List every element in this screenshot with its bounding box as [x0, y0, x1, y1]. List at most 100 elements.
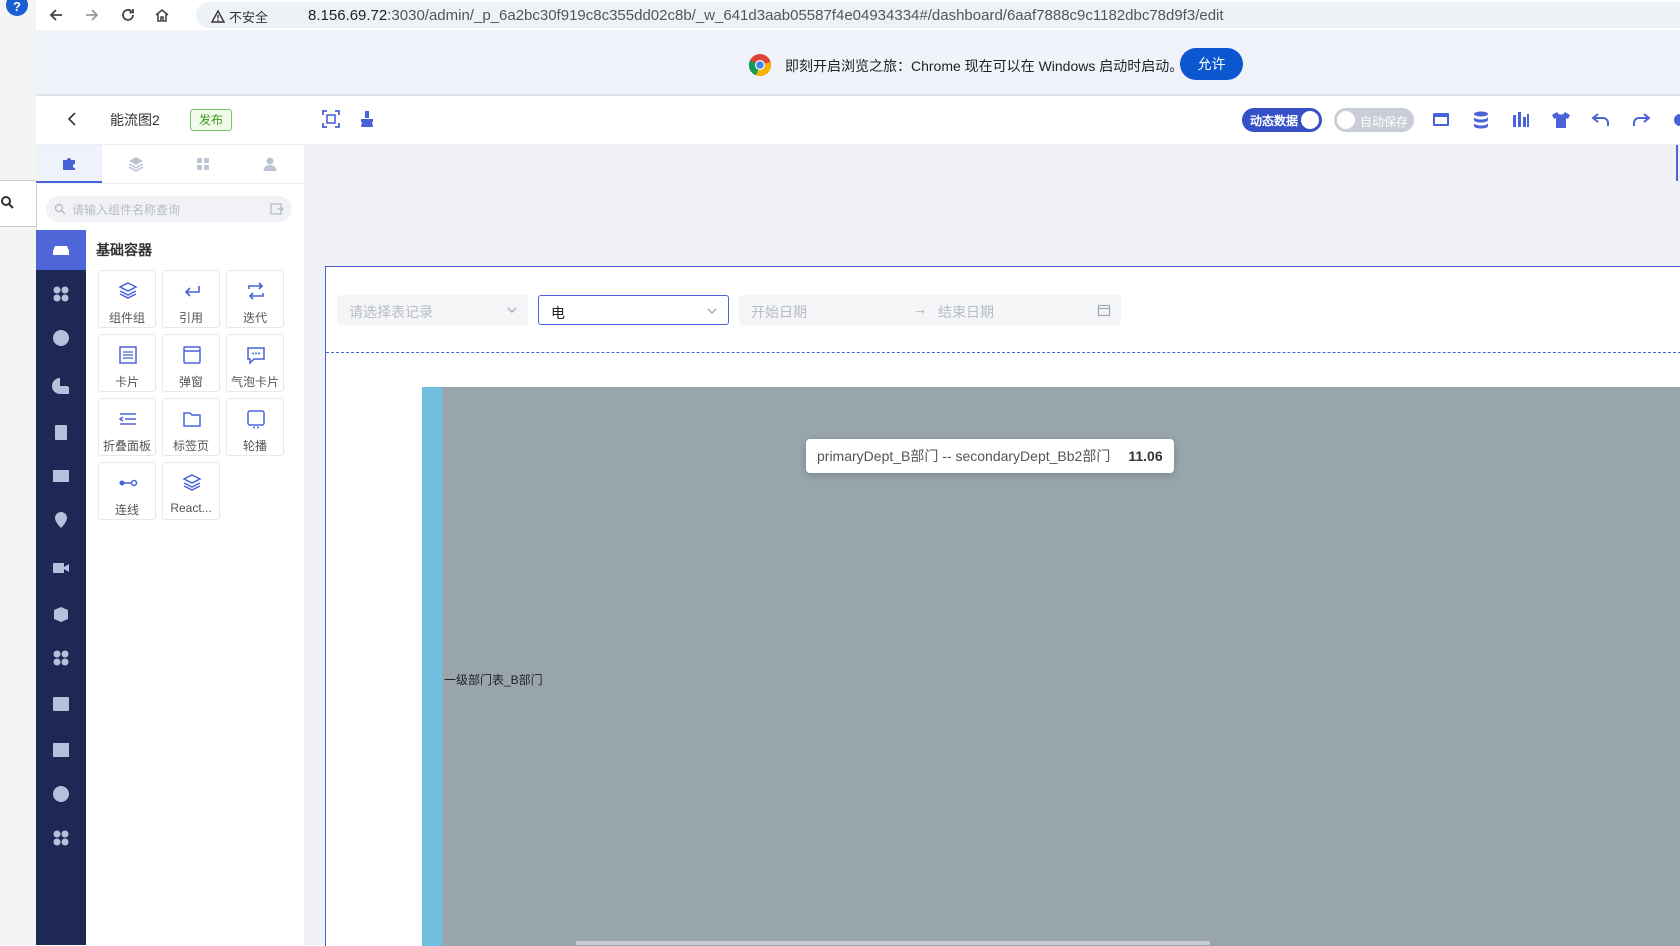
component-label: 卡片 [114, 375, 139, 389]
search-icon [54, 203, 66, 215]
component-card-popover[interactable]: 气泡卡片 [226, 334, 284, 392]
category-grid[interactable] [36, 274, 86, 314]
category-map[interactable] [36, 500, 86, 540]
banner-message: 即刻开启浏览之旅：Chrome 现在可以在 Windows 启动时启动。 [785, 58, 1184, 74]
tab-user[interactable] [237, 145, 303, 183]
clock-icon [53, 330, 69, 346]
layers-icon [128, 157, 144, 172]
component-card-card[interactable]: 卡片 [98, 334, 156, 392]
undo-icon[interactable] [1590, 109, 1612, 131]
dynamic-data-toggle[interactable]: 动态数据 [1242, 108, 1322, 132]
calendar-icon [1097, 304, 1111, 317]
category-circle[interactable] [36, 318, 86, 358]
home-icon[interactable] [152, 5, 172, 25]
component-category-bar [36, 230, 86, 945]
export-icon[interactable] [270, 202, 284, 216]
table-layout-icon [53, 743, 69, 757]
tooltip-link-name: primaryDept_B部门 -- secondaryDept_Bb2部门 [817, 448, 1111, 464]
tab-components[interactable] [36, 145, 102, 183]
return-arrow-icon [184, 286, 200, 297]
preview-icon[interactable] [1430, 109, 1452, 131]
component-card-collapse[interactable]: 折叠面板 [98, 398, 156, 456]
component-card-carousel[interactable]: 轮播 [226, 398, 284, 456]
category-3d[interactable] [36, 594, 86, 634]
theme-shirt-icon[interactable] [1550, 109, 1572, 131]
brush-icon[interactable] [356, 108, 378, 130]
apps-icon [53, 830, 69, 846]
location-pin-icon [55, 512, 67, 528]
search-box-fragment [0, 180, 37, 227]
back-arrow-icon[interactable] [64, 110, 82, 128]
category-extensions[interactable] [36, 818, 86, 858]
category-apps[interactable] [36, 638, 86, 678]
left-panel-tabs [36, 145, 304, 184]
component-card-reference[interactable]: 引用 [162, 270, 220, 328]
component-palette: 基础容器 组件组 引用 迭代 卡片 弹窗 气泡卡片 折叠面板 标签页 轮播 连线 [86, 230, 304, 945]
category-video[interactable] [36, 548, 86, 588]
component-card-connector[interactable]: 连线 [98, 462, 156, 520]
category-more[interactable] [36, 774, 86, 814]
user-icon [263, 157, 277, 171]
redo-icon[interactable] [1630, 109, 1652, 131]
chrome-info-banner: 即刻开启浏览之旅：Chrome 现在可以在 Windows 启动时启动。 允许 [36, 30, 1680, 96]
chart-tooltip: primaryDept_B部门 -- secondaryDept_Bb2部门 1… [806, 439, 1174, 473]
component-card-group[interactable]: 组件组 [98, 270, 156, 328]
allow-button[interactable]: 允许 [1180, 48, 1243, 80]
insecure-label: 不安全 [229, 10, 269, 25]
publish-badge[interactable]: 发布 [190, 109, 233, 131]
forward-icon[interactable] [82, 5, 102, 25]
url-text[interactable]: 8.156.69.72:3030/admin/_p_6a2bc30f919c8c… [308, 7, 1224, 24]
card-icon [119, 346, 137, 364]
horizontal-scrollbar[interactable] [576, 941, 1210, 945]
search-input[interactable] [70, 200, 264, 220]
help-icon[interactable]: ? [6, 0, 28, 16]
start-date-input[interactable]: 开始日期 [751, 302, 807, 322]
end-date-input[interactable]: 结束日期 [938, 302, 994, 322]
fit-screen-icon[interactable] [320, 108, 342, 130]
category-layout[interactable] [36, 730, 86, 770]
search-icon [1, 196, 14, 209]
toggle-knob [1301, 111, 1319, 129]
energy-type-select[interactable]: 电 [538, 295, 729, 325]
component-label: 弹窗 [178, 375, 203, 389]
layers-icon [182, 474, 202, 491]
category-clipboard[interactable] [36, 412, 86, 452]
component-label: 组件组 [108, 311, 145, 325]
energy-flow-chart[interactable]: 一级部门表_B部门 primaryDept_B部门 -- secondaryDe… [422, 387, 1680, 946]
speech-bubble-icon [247, 347, 265, 365]
category-media[interactable] [36, 456, 86, 496]
auto-save-toggle[interactable]: 自动保存 [1334, 108, 1414, 132]
component-card-tabs[interactable]: 标签页 [162, 398, 220, 456]
tab-templates[interactable] [170, 145, 236, 183]
warning-icon [211, 9, 225, 23]
section-title: 基础容器 [96, 242, 152, 258]
category-basic-container[interactable] [36, 230, 86, 270]
component-search[interactable] [46, 196, 292, 222]
more-icon[interactable] [1670, 109, 1680, 131]
folder-tab-icon [183, 412, 201, 427]
database-icon[interactable] [1470, 109, 1492, 131]
sankey-node[interactable] [422, 387, 442, 946]
address-bar[interactable]: 不安全 8.156.69.72:3030/admin/_p_6a2bc30f91… [196, 2, 1680, 28]
image-icon [53, 470, 69, 482]
reload-icon[interactable] [118, 5, 138, 25]
component-card-iterate[interactable]: 迭代 [226, 270, 284, 328]
tab-layers[interactable] [103, 145, 169, 183]
bar-chart-icon[interactable] [1510, 109, 1532, 131]
component-card-react[interactable]: React... [162, 462, 220, 520]
security-indicator[interactable]: 不安全 [211, 7, 268, 26]
category-pie[interactable] [36, 366, 86, 406]
window-icon [183, 346, 201, 364]
component-card-modal[interactable]: 弹窗 [162, 334, 220, 392]
chevron-down-icon [507, 307, 517, 313]
link-line-icon [119, 479, 138, 487]
back-icon[interactable] [46, 5, 66, 25]
pie-chart-icon [52, 378, 69, 394]
date-range-picker[interactable]: 开始日期 → 结束日期 [739, 295, 1121, 325]
range-arrow: → [913, 301, 927, 317]
category-form[interactable] [36, 684, 86, 724]
url-host: 8.156.69.72 [308, 7, 388, 24]
table-record-select[interactable]: 请选择表记录 [337, 295, 528, 325]
dashboard-canvas[interactable]: 请选择表记录 电 开始日期 → 结束日期 一级部门表_B部门 primaryDe… [325, 266, 1680, 946]
puzzle-icon [63, 158, 75, 170]
